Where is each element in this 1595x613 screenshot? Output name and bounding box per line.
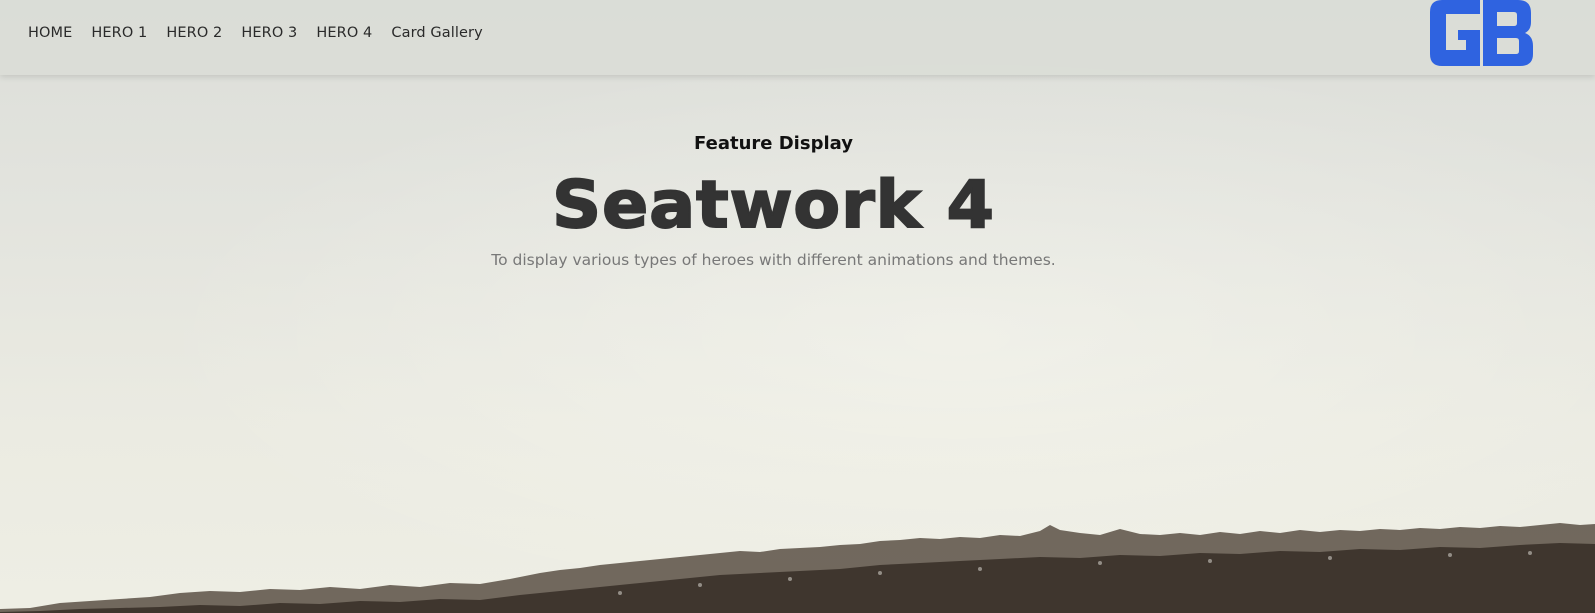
nav-link-home[interactable]: HOME xyxy=(28,25,72,41)
logo-letter-g xyxy=(1430,0,1480,66)
nav-link-hero-1[interactable]: HERO 1 xyxy=(91,25,147,41)
hero-eyebrow: Feature Display xyxy=(694,133,853,154)
nav-link-hero-3[interactable]: HERO 3 xyxy=(241,25,297,41)
logo-letter-b xyxy=(1483,0,1533,66)
nav-link-hero-4[interactable]: HERO 4 xyxy=(316,25,372,41)
nav-link-hero-2[interactable]: HERO 2 xyxy=(166,25,222,41)
hero-page: HOME HERO 1 HERO 2 HERO 3 HERO 4 Card Ga… xyxy=(0,0,1595,613)
nav-item-hero-3: HERO 3 xyxy=(241,22,297,43)
gb-logo[interactable] xyxy=(1430,0,1533,66)
hero-subtitle: To display various types of heroes with … xyxy=(491,251,1056,269)
nav-item-hero-4: HERO 4 xyxy=(316,22,372,43)
navbar: HOME HERO 1 HERO 2 HERO 3 HERO 4 Card Ga… xyxy=(0,0,1595,75)
nav-item-hero-2: HERO 2 xyxy=(166,22,222,43)
nav-item-card-gallery: Card Gallery xyxy=(391,22,482,43)
nav-item-home: HOME xyxy=(28,22,72,43)
hero-title: Seatwork 4 xyxy=(551,168,995,244)
treeline-image xyxy=(0,523,1595,613)
nav-links: HOME HERO 1 HERO 2 HERO 3 HERO 4 Card Ga… xyxy=(28,22,483,43)
hero-content: Feature Display Seatwork 4 To display va… xyxy=(0,130,1547,272)
nav-item-hero-1: HERO 1 xyxy=(91,22,147,43)
nav-link-card-gallery[interactable]: Card Gallery xyxy=(391,25,482,41)
